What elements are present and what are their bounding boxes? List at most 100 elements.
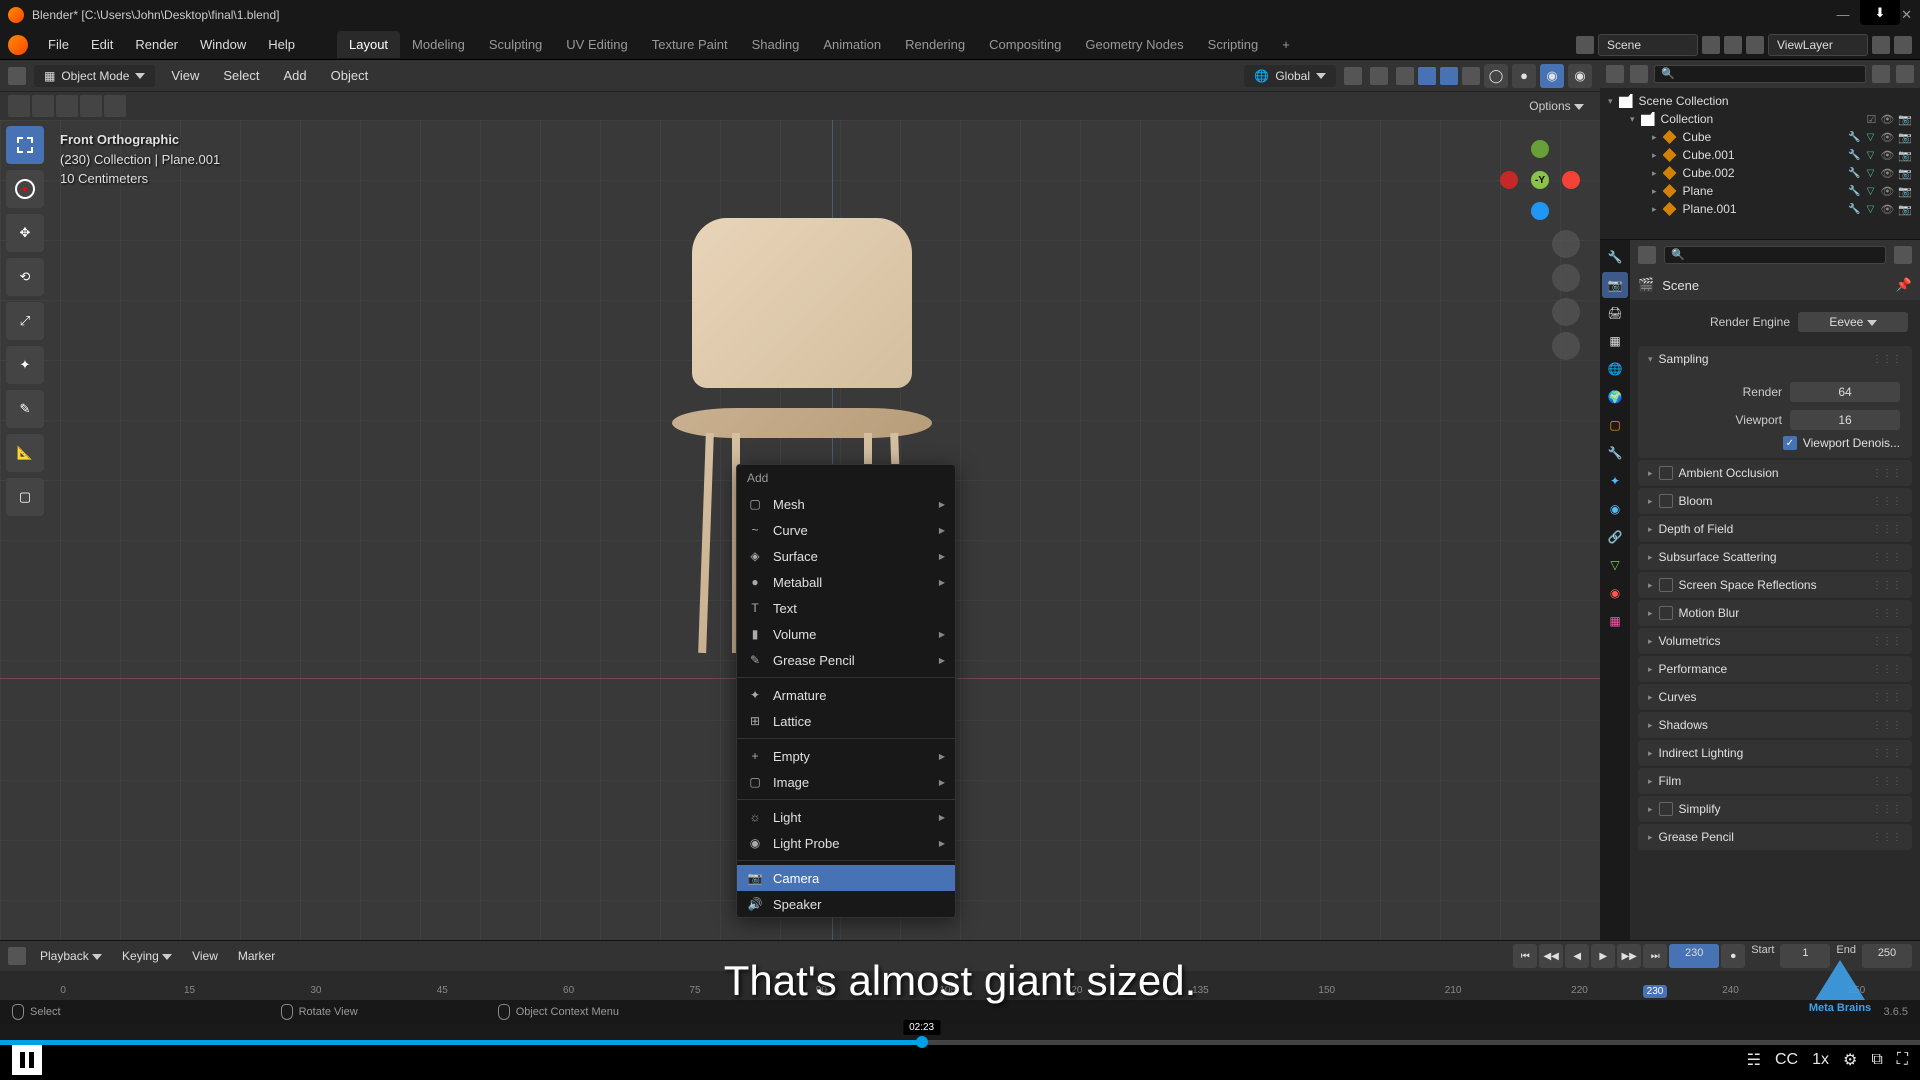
scene-delete-icon[interactable]: [1724, 36, 1742, 54]
play-reverse-icon[interactable]: ◀: [1565, 944, 1589, 968]
add-metaball[interactable]: ●Metaball: [737, 569, 955, 595]
prop-tab-data[interactable]: ▽: [1602, 552, 1628, 578]
settings-icon[interactable]: ⚙: [1843, 1050, 1857, 1070]
add-empty[interactable]: +Empty: [737, 743, 955, 769]
render-toggle[interactable]: 📷: [1898, 131, 1912, 144]
gizmo-axis-x[interactable]: [1562, 171, 1580, 189]
ssr-panel-header[interactable]: ▸Screen Space Reflections⋮⋮⋮: [1638, 572, 1912, 598]
prop-tab-object[interactable]: ▢: [1602, 412, 1628, 438]
mesh-data-icon[interactable]: ▽: [1867, 132, 1875, 143]
tab-sculpting[interactable]: Sculpting: [477, 31, 554, 58]
wireframe-shading-icon[interactable]: ◯: [1484, 64, 1508, 88]
tab-texture-paint[interactable]: Texture Paint: [640, 31, 740, 58]
tab-modeling[interactable]: Modeling: [400, 31, 477, 58]
add-surface[interactable]: ◈Surface: [737, 543, 955, 569]
play-icon[interactable]: ▶: [1591, 944, 1615, 968]
viewport-menu-view[interactable]: View: [163, 64, 207, 87]
fullscreen-icon[interactable]: ⛶: [1897, 1051, 1908, 1069]
move-tool[interactable]: ✥: [6, 214, 44, 252]
render-toggle[interactable]: 📷: [1898, 149, 1912, 162]
viewport-3d[interactable]: ✥ ⟲ ⤢ ✦ ✎ 📐 ▢ Front Orthographic (230) C…: [0, 120, 1600, 940]
material-shading-icon[interactable]: ◉: [1540, 64, 1564, 88]
camera-view-icon[interactable]: [1552, 298, 1580, 326]
gizmo-axis-z[interactable]: [1531, 202, 1549, 220]
transform-tool[interactable]: ✦: [6, 346, 44, 384]
outliner-search[interactable]: [1654, 65, 1866, 83]
rotate-tool[interactable]: ⟲: [6, 258, 44, 296]
options-dropdown[interactable]: Options: [1521, 95, 1592, 117]
curves-panel-header[interactable]: ▸Curves⋮⋮⋮: [1638, 684, 1912, 710]
xray-icon[interactable]: [1462, 67, 1480, 85]
dof-panel-header[interactable]: ▸Depth of Field⋮⋮⋮: [1638, 516, 1912, 542]
prop-tab-tool[interactable]: 🔧: [1602, 244, 1628, 270]
layer-delete-icon[interactable]: [1894, 36, 1912, 54]
tl-playback-menu[interactable]: Playback: [34, 945, 108, 967]
outliner-filter-icon[interactable]: [1872, 65, 1890, 83]
render-toggle[interactable]: 📷: [1898, 167, 1912, 180]
exclude-toggle[interactable]: ☑: [1866, 113, 1876, 126]
shadows-panel-header[interactable]: ▸Shadows⋮⋮⋮: [1638, 712, 1912, 738]
prop-tab-material[interactable]: ◉: [1602, 580, 1628, 606]
tree-item-cube[interactable]: ▸Cube🔧▽👁📷: [1604, 128, 1916, 146]
tree-collection[interactable]: ▾ Collection ☑👁📷: [1604, 110, 1916, 128]
prop-tab-physics[interactable]: ◉: [1602, 496, 1628, 522]
scene-new-icon[interactable]: [1702, 36, 1720, 54]
captions-icon[interactable]: CC: [1775, 1051, 1798, 1069]
prop-tab-constraint[interactable]: 🔗: [1602, 524, 1628, 550]
tree-item-plane001[interactable]: ▸Plane.001🔧▽👁📷: [1604, 200, 1916, 218]
prev-keyframe-icon[interactable]: ◀◀: [1539, 944, 1563, 968]
add-image[interactable]: ▢Image: [737, 769, 955, 795]
gizmo-axis-neg-y[interactable]: [1531, 140, 1549, 158]
layer-new-icon[interactable]: [1872, 36, 1890, 54]
prop-tab-output[interactable]: 🖨: [1602, 300, 1628, 326]
modifier-icon[interactable]: 🔧: [1848, 132, 1860, 143]
gp-panel-header[interactable]: ▸Grease Pencil⋮⋮⋮: [1638, 824, 1912, 850]
tab-shading[interactable]: Shading: [740, 31, 812, 58]
menu-file[interactable]: File: [38, 33, 79, 56]
modifier-icon[interactable]: 🔧: [1848, 168, 1860, 179]
modifier-icon[interactable]: 🔧: [1848, 150, 1860, 161]
prop-tab-scene[interactable]: 🌐: [1602, 356, 1628, 382]
add-volume[interactable]: ▮Volume: [737, 621, 955, 647]
add-armature[interactable]: ✦Armature: [737, 682, 955, 708]
viewport-menu-select[interactable]: Select: [215, 64, 267, 87]
select-box-tool[interactable]: [6, 126, 44, 164]
visibility-icon[interactable]: [1396, 67, 1414, 85]
pin-icon[interactable]: 📌: [1896, 277, 1912, 293]
select-tool-4[interactable]: [80, 95, 102, 117]
measure-tool[interactable]: 📐: [6, 434, 44, 472]
ao-panel-header[interactable]: ▸Ambient Occlusion⋮⋮⋮: [1638, 460, 1912, 486]
select-tool-2[interactable]: [32, 95, 54, 117]
bloom-checkbox[interactable]: [1659, 494, 1673, 508]
layer-browse-icon[interactable]: [1746, 36, 1764, 54]
properties-search[interactable]: [1664, 246, 1886, 264]
download-indicator[interactable]: ⬇: [1860, 0, 1900, 25]
prop-tab-modifier[interactable]: 🔧: [1602, 440, 1628, 466]
sampling-panel-header[interactable]: ▾Sampling⋮⋮⋮: [1638, 346, 1912, 372]
tree-scene-collection[interactable]: ▾ Scene Collection: [1604, 92, 1916, 110]
properties-options-icon[interactable]: [1894, 246, 1912, 264]
viewport-menu-object[interactable]: Object: [323, 64, 377, 87]
eye-icon[interactable]: 👁: [1880, 113, 1894, 126]
gizmo-axis-neg-x[interactable]: [1500, 171, 1518, 189]
tab-rendering[interactable]: Rendering: [893, 31, 977, 58]
add-text[interactable]: TText: [737, 595, 955, 621]
zoom-icon[interactable]: [1552, 230, 1580, 258]
rendered-shading-icon[interactable]: ◉: [1568, 64, 1592, 88]
video-progress-bar[interactable]: 02:23: [0, 1040, 1920, 1045]
prop-tab-world[interactable]: 🌍: [1602, 384, 1628, 410]
perspective-icon[interactable]: [1552, 332, 1580, 360]
prop-tab-viewlayer[interactable]: ▦: [1602, 328, 1628, 354]
add-speaker[interactable]: 🔊Speaker: [737, 891, 955, 917]
close-button[interactable]: ✕: [1901, 7, 1912, 23]
menu-help[interactable]: Help: [258, 33, 305, 56]
properties-type-icon[interactable]: [1638, 246, 1656, 264]
overlay-toggle-icon[interactable]: [1440, 67, 1458, 85]
pip-icon[interactable]: ⧉: [1871, 1051, 1882, 1069]
menu-window[interactable]: Window: [190, 33, 256, 56]
add-light[interactable]: ☼Light: [737, 804, 955, 830]
next-keyframe-icon[interactable]: ▶▶: [1617, 944, 1641, 968]
tab-layout[interactable]: Layout: [337, 31, 400, 58]
tree-item-cube002[interactable]: ▸Cube.002🔧▽👁📷: [1604, 164, 1916, 182]
scene-browse-icon[interactable]: [1576, 36, 1594, 54]
